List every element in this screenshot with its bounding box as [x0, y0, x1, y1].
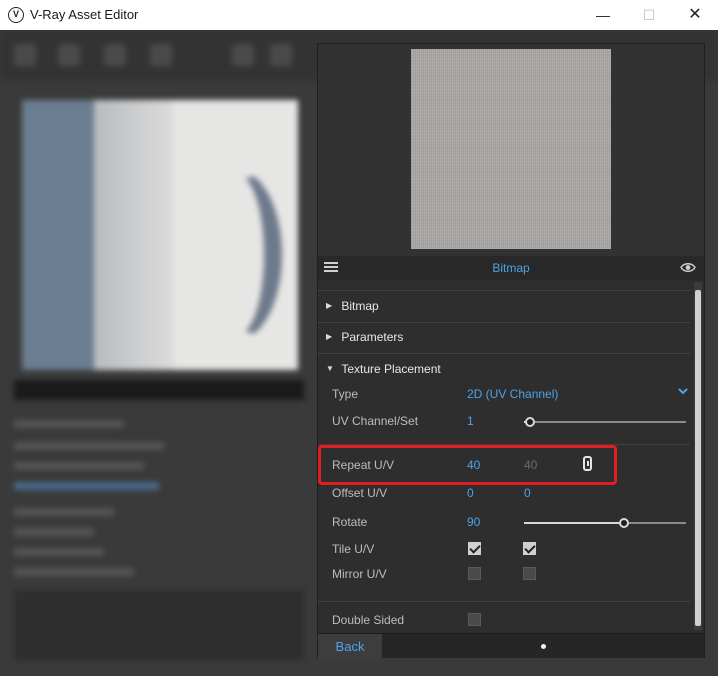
repeat-v-input[interactable]: 40: [524, 458, 537, 472]
background-render-shade: [94, 100, 174, 370]
expanded-arrow-icon: ▼: [326, 364, 334, 374]
tile-uv-row: Tile U/V: [332, 539, 692, 561]
background-render-arc: [192, 170, 282, 340]
close-button[interactable]: ✕: [672, 0, 718, 30]
background-text-line: [14, 420, 124, 428]
background-toolbar-icon: [104, 44, 126, 66]
uv-channel-slider-knob[interactable]: [525, 417, 536, 427]
background-text-line: [14, 548, 104, 556]
section-label: Parameters: [341, 329, 404, 344]
eye-icon[interactable]: [680, 262, 696, 273]
background-text-line: [14, 508, 114, 516]
background-render-wall: [22, 100, 94, 370]
background-text-line: [14, 482, 159, 490]
asset-editor-panel: Bitmap ▶ Bitmap ▶ Parameters ▼ Texture P…: [317, 43, 705, 659]
mirror-u-checkbox[interactable]: [468, 567, 481, 580]
section-divider: [318, 444, 690, 445]
maximize-button[interactable]: ☐: [626, 0, 672, 30]
type-dropdown[interactable]: 2D (UV Channel): [467, 387, 558, 401]
background-text-line: [14, 528, 94, 536]
offset-uv-row: Offset U/V 0 0: [332, 483, 692, 505]
background-render-preview: [22, 100, 298, 370]
type-row: Type 2D (UV Channel): [332, 384, 692, 406]
asset-title: Bitmap: [492, 261, 530, 275]
scrollbar-thumb[interactable]: [695, 290, 701, 626]
background-toolbar-icon: [58, 44, 80, 66]
asset-header: Bitmap: [318, 256, 704, 280]
type-label: Type: [332, 387, 359, 401]
tile-uv-label: Tile U/V: [332, 542, 375, 556]
rotate-slider[interactable]: [524, 518, 686, 528]
panel-scrollbar[interactable]: [694, 282, 702, 630]
uv-channel-row: UV Channel/Set 1: [332, 411, 692, 433]
rotate-row: Rotate 90: [332, 512, 692, 534]
tile-u-checkbox[interactable]: [468, 542, 481, 555]
background-toolbar-icon: [150, 44, 172, 66]
rotate-input[interactable]: 90: [467, 515, 480, 529]
repeat-uv-label: Repeat U/V: [332, 458, 395, 472]
double-sided-row: Double Sided: [332, 610, 692, 632]
repeat-uv-row: Repeat U/V 40 40: [332, 455, 692, 477]
offset-v-input[interactable]: 0: [524, 486, 531, 500]
section-label: Texture Placement: [341, 361, 441, 376]
uv-channel-slider[interactable]: [524, 417, 686, 427]
section-divider: [318, 322, 690, 323]
window-title: V-Ray Asset Editor: [30, 7, 139, 22]
section-parameters[interactable]: ▶ Parameters: [326, 329, 403, 353]
repeat-u-input[interactable]: 40: [467, 458, 480, 472]
title-bar: V V-Ray Asset Editor — ☐ ✕: [0, 0, 718, 30]
material-preview-area: [318, 44, 704, 256]
minimize-button[interactable]: —: [580, 0, 626, 30]
background-text-line: [14, 462, 144, 470]
rotate-label: Rotate: [332, 515, 368, 529]
back-button[interactable]: Back: [318, 634, 382, 659]
section-label: Bitmap: [341, 298, 379, 313]
collapsed-arrow-icon: ▶: [326, 332, 333, 342]
background-text-line: [14, 442, 164, 450]
mirror-uv-row: Mirror U/V: [332, 564, 692, 586]
vray-logo-icon: V: [8, 7, 24, 23]
rotate-slider-knob[interactable]: [619, 518, 630, 528]
section-divider: [318, 601, 690, 602]
chain-link-icon[interactable]: [583, 456, 592, 471]
texture-preview-image: [411, 49, 611, 249]
offset-u-input[interactable]: 0: [467, 486, 474, 500]
mirror-uv-label: Mirror U/V: [332, 567, 387, 581]
rotate-slider-fill: [524, 522, 625, 524]
panel-footer: Back: [318, 633, 704, 659]
double-sided-checkbox[interactable]: [468, 613, 481, 626]
uv-channel-value[interactable]: 1: [467, 414, 474, 428]
offset-uv-label: Offset U/V: [332, 486, 388, 500]
double-sided-label: Double Sided: [332, 613, 405, 627]
page-indicator-dot: [541, 644, 546, 649]
section-texture-placement[interactable]: ▼ Texture Placement: [326, 361, 441, 385]
uv-channel-label: UV Channel/Set: [332, 414, 419, 428]
section-bitmap[interactable]: ▶ Bitmap: [326, 298, 379, 322]
background-bottom-panel: [14, 590, 304, 660]
background-toolbar-icon: [14, 44, 36, 66]
background-toolbar-icon: [232, 44, 254, 66]
mirror-v-checkbox[interactable]: [523, 567, 536, 580]
background-toolbar-icon: [270, 44, 292, 66]
background-text-line: [14, 568, 134, 576]
section-divider: [318, 290, 690, 291]
section-divider: [318, 353, 690, 354]
tile-v-checkbox[interactable]: [523, 542, 536, 555]
background-status-bar: [14, 380, 304, 400]
chevron-down-icon[interactable]: [677, 385, 689, 397]
collapsed-arrow-icon: ▶: [326, 301, 333, 311]
